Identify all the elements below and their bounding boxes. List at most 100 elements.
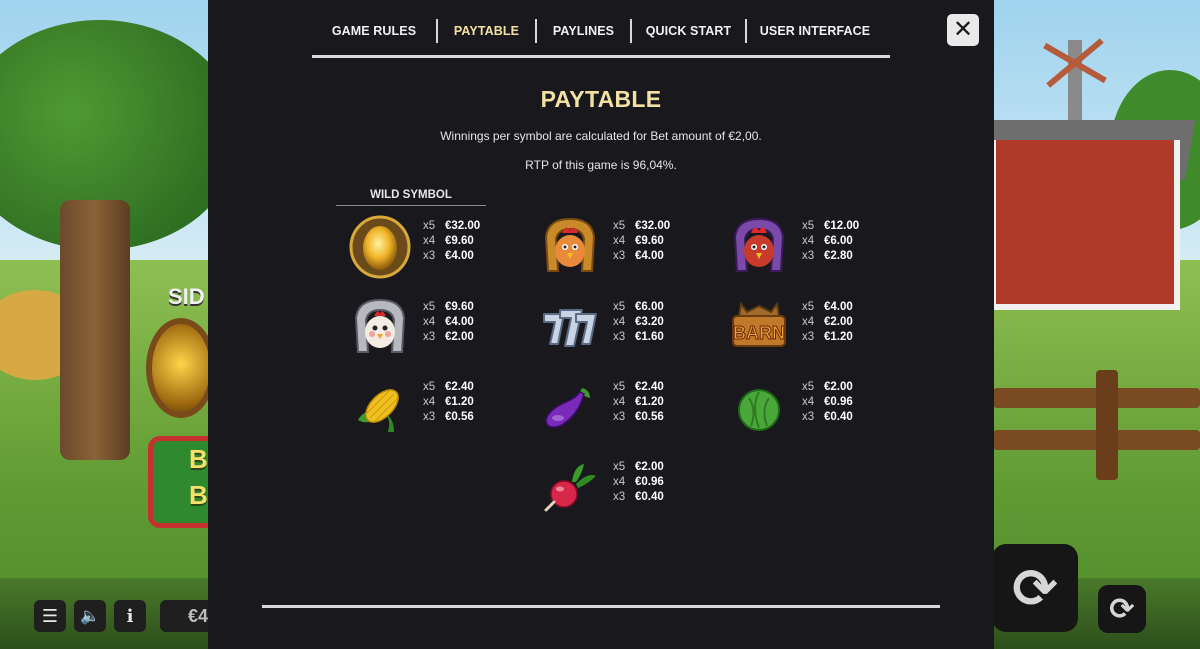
pay-value: €1.20 [824,331,853,343]
pay-multiplier: x3 [613,250,626,262]
rooster-gold-horseshoe-icon [544,217,596,272]
info-button[interactable]: i [114,600,146,632]
close-button[interactable]: ✕ [947,14,979,46]
pay-value: €4.00 [445,250,474,262]
pay-value: €6.00 [635,301,664,313]
pay-row: x4 €0.96 [613,475,664,490]
pay-value: €0.96 [824,396,853,408]
pay-row: x5 €32.00 [423,219,480,234]
pay-row: x4 €3.20 [613,315,664,330]
pay-row: x3 €1.60 [613,330,664,345]
pay-multiplier: x3 [423,411,436,423]
close-icon: ✕ [952,16,974,43]
pay-multiplier: x4 [802,235,815,247]
pay-row: x3 €2.00 [423,330,474,345]
pay-row: x3 €4.00 [613,249,670,264]
bet-display[interactable]: €4 [160,600,212,632]
pay-multiplier: x3 [613,491,626,503]
pay-multiplier: x4 [423,235,436,247]
pay-list: x5 €32.00 x4 €9.60 x3 €4.00 [613,219,670,264]
help-tabs: GAME RULES PAYTABLE PAYLINES QUICK START… [312,6,890,58]
pay-value: €0.96 [635,476,664,488]
pay-row: x5 €6.00 [613,300,664,315]
rtp-info-text: RTP of this game is 96,04%. [525,158,677,172]
symbol-pay-rooster-purple: x5 €12.00 x4 €6.00 x3 €2.80 [727,215,967,279]
pay-value: €0.56 [445,411,474,423]
pay-multiplier: x3 [613,331,626,343]
pay-row: x5 €2.00 [802,380,853,395]
pay-multiplier: x5 [423,301,436,313]
pay-value: €4.00 [635,250,664,262]
pay-row: x4 €1.20 [423,395,474,410]
pay-multiplier: x5 [423,381,436,393]
tab-game-rules[interactable]: GAME RULES [312,19,436,43]
pay-value: €2.40 [445,381,474,393]
sound-button[interactable]: 🔈 [74,600,106,632]
pay-list: x5 €2.40 x4 €1.20 x3 €0.56 [613,380,664,425]
tab-paylines[interactable]: PAYLINES [537,19,630,43]
pay-row: x5 €9.60 [423,300,474,315]
pay-value: €0.40 [824,411,853,423]
menu-button[interactable]: ☰ [34,600,66,632]
pay-value: €1.20 [635,396,664,408]
pay-multiplier: x4 [423,396,436,408]
tree-trunk [60,200,130,460]
symbol-pay-cabbage: x5 €2.00 x4 €0.96 x3 €0.40 [727,376,967,440]
wild-symbol-label: WILD SYMBOL [336,189,486,206]
paytable-modal: GAME RULES PAYTABLE PAYLINES QUICK START… [208,0,994,649]
pay-value: €3.20 [635,316,664,328]
pay-row: x3 €2.80 [802,249,859,264]
pay-value: €1.60 [635,331,664,343]
pay-value: €9.60 [635,235,664,247]
pay-row: x4 €1.20 [613,395,664,410]
pay-multiplier: x4 [802,396,815,408]
page-title: PAYTABLE [540,86,662,112]
pay-multiplier: x5 [802,381,815,393]
barn [990,140,1180,310]
pay-value: €2.00 [824,381,853,393]
autoplay-button[interactable]: ⟳ [1098,585,1146,633]
pay-multiplier: x3 [613,411,626,423]
pay-list: x5 €6.00 x4 €3.20 x3 €1.60 [613,300,664,345]
pay-multiplier: x5 [613,381,626,393]
tab-paytable[interactable]: PAYTABLE [438,19,535,43]
barn-sign-icon: BARN [732,301,786,347]
tab-user-interface[interactable]: USER INTERFACE [747,19,883,43]
bet-value: €4 [188,605,209,626]
pay-row: x3 €0.40 [802,410,853,425]
pay-value: €9.60 [445,235,474,247]
spin-button[interactable]: ⟳ [992,544,1078,632]
pay-row: x3 €1.20 [802,330,853,345]
pay-value: €0.40 [635,491,664,503]
pay-row: x5 €32.00 [613,219,670,234]
pay-list: x5 €2.00 x4 €0.96 x3 €0.40 [802,380,853,425]
menu-icon: ☰ [41,605,59,626]
pay-row: x3 €4.00 [423,249,480,264]
pay-multiplier: x5 [802,301,815,313]
pay-multiplier: x4 [613,316,626,328]
bet-info-text: Winnings per symbol are calculated for B… [440,129,762,143]
pay-multiplier: x4 [613,235,626,247]
pay-multiplier: x3 [802,331,815,343]
pay-row: x5 €2.00 [613,460,664,475]
pay-multiplier: x5 [613,301,626,313]
pay-list: x5 €2.00 x4 €0.96 x3 €0.40 [613,460,664,505]
pay-value: €2.80 [824,250,853,262]
pay-row: x5 €2.40 [613,380,664,395]
pay-multiplier: x5 [802,220,815,232]
pay-list: x5 €4.00 x4 €2.00 x3 €1.20 [802,300,853,345]
pay-multiplier: x5 [613,461,626,473]
tab-quick-start[interactable]: QUICK START [632,19,745,43]
pay-multiplier: x3 [423,331,436,343]
pay-list: x5 €2.40 x4 €1.20 x3 €0.56 [423,380,474,425]
pay-multiplier: x4 [802,316,815,328]
pay-value: €12.00 [824,220,860,232]
pay-multiplier: x5 [613,220,626,232]
pay-row: x3 €0.56 [423,410,474,425]
side-egg-icon [146,318,216,418]
pay-row: x3 €0.40 [613,490,664,505]
pay-multiplier: x4 [613,396,626,408]
cabbage-icon [738,389,780,431]
eggplant-icon [545,388,590,428]
golden-egg-icon [349,215,411,279]
